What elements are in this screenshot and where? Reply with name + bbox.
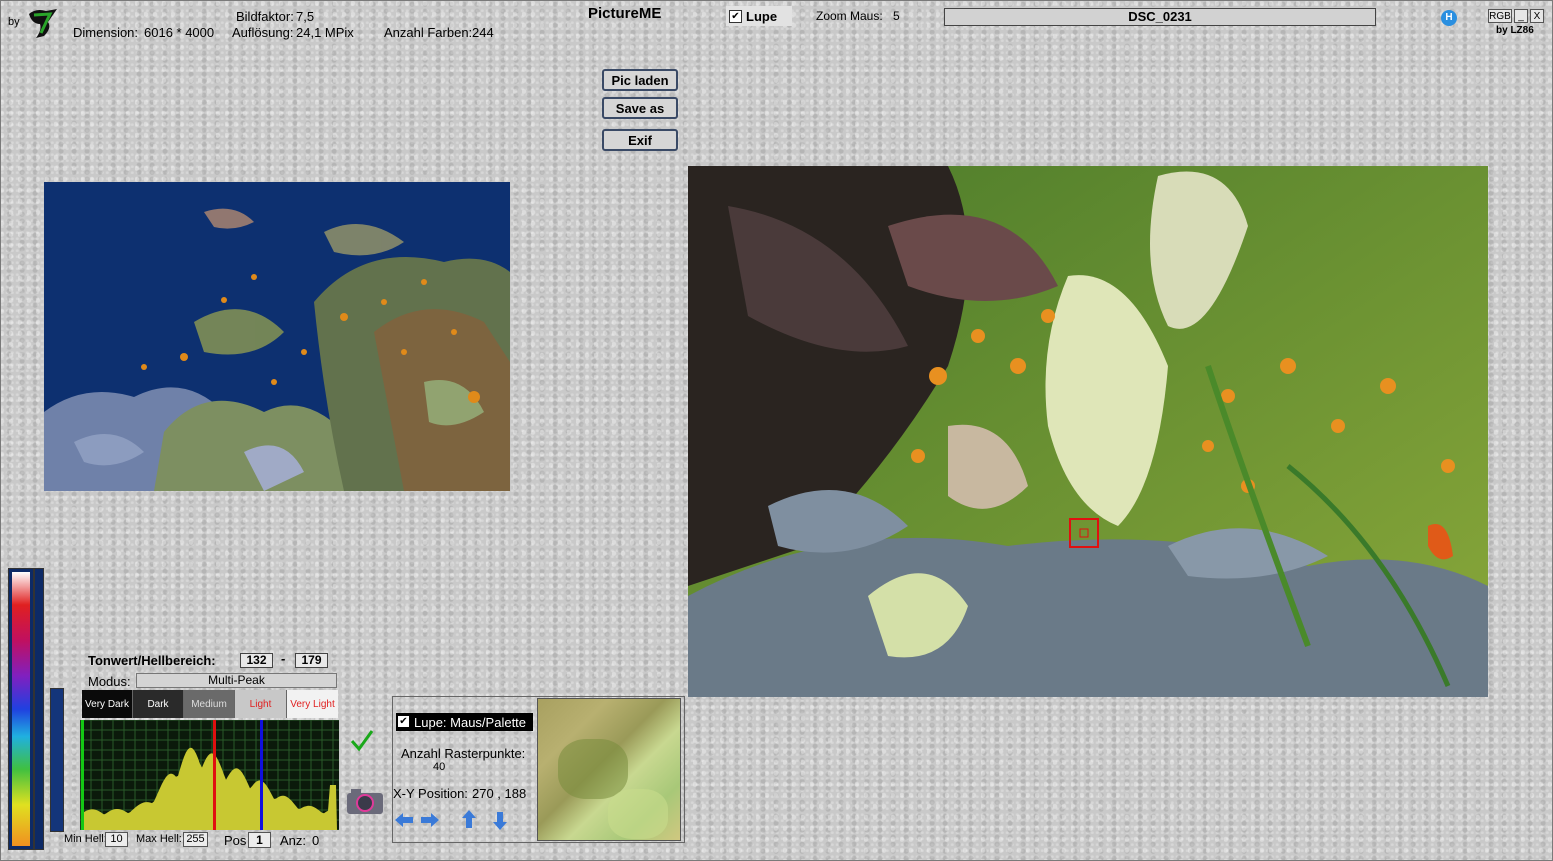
aufloesung-label: Auflösung: bbox=[232, 25, 294, 40]
close-button[interactable]: X bbox=[1530, 9, 1544, 23]
help-icon[interactable]: H bbox=[1441, 10, 1457, 26]
lupe-mode-toggle[interactable]: ✔ Lupe: Maus/Palette bbox=[396, 713, 533, 731]
dimension-value: 6016 * 4000 bbox=[144, 25, 215, 40]
tonwert-label: Tonwert/Hellbereich: bbox=[88, 653, 216, 668]
lz-logo-icon bbox=[26, 6, 60, 40]
arrow-left-icon[interactable] bbox=[394, 811, 414, 829]
lupe-toggle[interactable]: ✔ Lupe bbox=[726, 6, 792, 26]
arrow-down-icon[interactable] bbox=[491, 811, 509, 831]
range-medium[interactable]: Medium bbox=[184, 690, 235, 718]
exif-button[interactable]: Exif bbox=[602, 129, 678, 151]
tonwert-separator: - bbox=[281, 651, 286, 666]
app-title: PictureME bbox=[588, 5, 662, 22]
pos-label: Pos bbox=[224, 833, 247, 848]
save-as-button[interactable]: Save as bbox=[602, 97, 678, 119]
lupe-checkbox[interactable]: ✔ bbox=[729, 10, 742, 23]
magnifier-preview bbox=[537, 698, 681, 841]
min-marker[interactable] bbox=[81, 720, 84, 830]
lupe-mode-label: Lupe: Maus/Palette bbox=[414, 715, 527, 730]
raster-label: Anzahl Rasterpunkte: bbox=[401, 746, 526, 761]
main-photo[interactable] bbox=[688, 166, 1488, 697]
anzahl-farben-value: 244 bbox=[472, 25, 494, 40]
xy-value: 270 , 188 bbox=[472, 786, 527, 801]
camera-icon[interactable] bbox=[346, 787, 384, 815]
arrow-right-icon[interactable] bbox=[420, 811, 440, 829]
range-dark[interactable]: Dark bbox=[133, 690, 184, 718]
by-label: by bbox=[8, 16, 20, 28]
zoom-value[interactable]: 5 bbox=[893, 9, 900, 23]
checkmark-icon[interactable] bbox=[349, 728, 375, 754]
histogram[interactable] bbox=[79, 719, 339, 831]
tonwert-to[interactable]: 179 bbox=[295, 653, 328, 668]
credit-label: by LZ86 bbox=[1496, 25, 1534, 36]
bildfaktor-label: Bildfaktor: bbox=[236, 9, 294, 24]
rgb-button[interactable]: RGB bbox=[1488, 9, 1512, 23]
range-very-light[interactable]: Very Light bbox=[287, 690, 338, 718]
aufloesung-value: 24,1 MPix bbox=[296, 25, 354, 40]
minimize-button[interactable]: _ bbox=[1514, 9, 1528, 23]
xy-label: X-Y Position: bbox=[393, 786, 468, 801]
min-hell-value[interactable]: 10 bbox=[105, 832, 128, 847]
min-hell-label: Min Hell: bbox=[64, 833, 107, 845]
color-gradient bbox=[12, 572, 30, 846]
range-to-marker[interactable] bbox=[260, 720, 263, 830]
anz-label: Anz: bbox=[280, 833, 307, 848]
pos-value[interactable]: 1 bbox=[248, 832, 271, 848]
filename-field: DSC_0231 bbox=[944, 8, 1376, 26]
raster-value[interactable]: 40 bbox=[433, 761, 445, 773]
max-hell-label: Max Hell: bbox=[136, 833, 182, 845]
dimension-label: Dimension: bbox=[73, 25, 139, 40]
range-from-marker[interactable] bbox=[213, 720, 216, 830]
color-indicator-bar bbox=[34, 568, 44, 850]
modus-select[interactable]: Multi-Peak bbox=[136, 673, 337, 688]
arrow-up-icon[interactable] bbox=[460, 809, 478, 829]
lupe-mode-checkbox[interactable]: ✔ bbox=[398, 716, 409, 727]
bildfaktor-value: 7,5 bbox=[296, 9, 315, 24]
posterized-image[interactable] bbox=[44, 182, 510, 491]
max-hell-value[interactable]: 255 bbox=[183, 832, 208, 847]
selected-color-bar bbox=[50, 688, 64, 832]
color-palette-bar[interactable] bbox=[8, 568, 34, 850]
lupe-label: Lupe bbox=[746, 9, 778, 24]
modus-label: Modus: bbox=[88, 674, 131, 689]
zoom-label: Zoom Maus: bbox=[816, 9, 883, 23]
pic-laden-button[interactable]: Pic laden bbox=[602, 69, 678, 91]
anz-value: 0 bbox=[312, 833, 320, 848]
anzahl-farben-label: Anzahl Farben: bbox=[384, 25, 473, 40]
tonwert-from[interactable]: 132 bbox=[240, 653, 273, 668]
range-very-dark[interactable]: Very Dark bbox=[82, 690, 133, 718]
range-light[interactable]: Light bbox=[235, 690, 287, 718]
